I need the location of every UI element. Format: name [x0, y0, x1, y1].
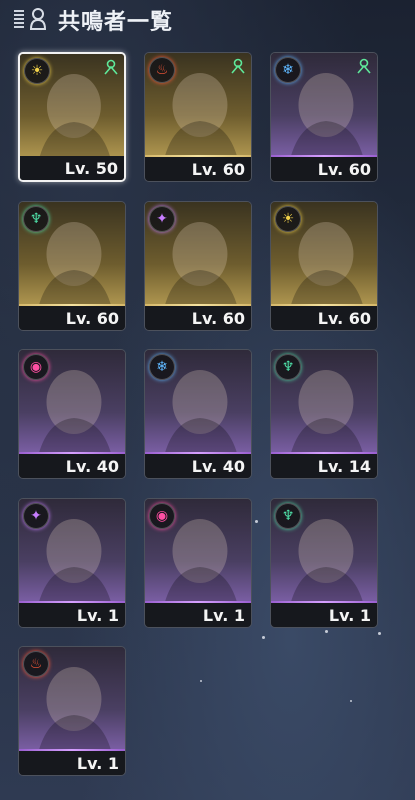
electro-element-icon: ◉ [149, 503, 175, 529]
fusion-element-icon: ♨ [23, 651, 49, 677]
havoc-element-icon: ✦ [149, 206, 175, 232]
level-label: Lv. 14 [317, 457, 371, 476]
level-label: Lv. 40 [191, 457, 245, 476]
level-strip: Lv. 60 [145, 306, 251, 330]
resonator-card[interactable]: Lv. 1 ✦ [18, 498, 126, 628]
aero-element-icon: ♆ [23, 206, 49, 232]
resonator-card[interactable]: Lv. 60 ♆ [18, 201, 126, 331]
resonator-grid: Lv. 50 ☀ Lv. 60 ♨ Lv. 60 ❄ Lv. 60 ♆ Lv. 60 ✦ Lv. 6… [0, 0, 415, 800]
aero-element-icon: ♆ [275, 354, 301, 380]
role-icon [231, 58, 245, 74]
level-label: Lv. 60 [65, 309, 119, 328]
resonator-card[interactable]: Lv. 1 ◉ [144, 498, 252, 628]
level-strip: Lv. 1 [145, 603, 251, 627]
spectro-element-icon: ☀ [275, 206, 301, 232]
level-label: Lv. 1 [76, 754, 119, 773]
level-label: Lv. 50 [64, 159, 118, 178]
resonator-card[interactable]: Lv. 60 ✦ [144, 201, 252, 331]
level-label: Lv. 1 [202, 606, 245, 625]
level-strip: Lv. 40 [19, 454, 125, 478]
level-label: Lv. 60 [317, 309, 371, 328]
level-strip: Lv. 14 [271, 454, 377, 478]
resonator-card[interactable]: Lv. 40 ❄ [144, 349, 252, 479]
resonator-card[interactable]: Lv. 60 ❄ [270, 52, 378, 182]
resonator-card[interactable]: Lv. 14 ♆ [270, 349, 378, 479]
role-icon [357, 58, 371, 74]
role-icon [104, 59, 118, 75]
level-strip: Lv. 40 [145, 454, 251, 478]
level-strip: Lv. 60 [271, 306, 377, 330]
resonator-card[interactable]: Lv. 60 ☀ [270, 201, 378, 331]
level-strip: Lv. 1 [19, 751, 125, 775]
resonator-card[interactable]: Lv. 1 ♆ [270, 498, 378, 628]
level-label: Lv. 60 [191, 160, 245, 179]
aero-element-icon: ♆ [275, 503, 301, 529]
level-strip: Lv. 50 [20, 156, 124, 180]
fusion-element-icon: ♨ [149, 57, 175, 83]
glacio-element-icon: ❄ [275, 57, 301, 83]
level-strip: Lv. 1 [19, 603, 125, 627]
spectro-element-icon: ☀ [24, 58, 50, 84]
level-strip: Lv. 60 [271, 157, 377, 181]
resonator-card[interactable]: Lv. 1 ♨ [18, 646, 126, 776]
level-label: Lv. 60 [317, 160, 371, 179]
level-strip: Lv. 1 [271, 603, 377, 627]
electro-element-icon: ◉ [23, 354, 49, 380]
resonator-card[interactable]: Lv. 40 ◉ [18, 349, 126, 479]
glacio-element-icon: ❄ [149, 354, 175, 380]
level-label: Lv. 1 [328, 606, 371, 625]
level-strip: Lv. 60 [19, 306, 125, 330]
havoc-element-icon: ✦ [23, 503, 49, 529]
level-label: Lv. 40 [65, 457, 119, 476]
level-strip: Lv. 60 [145, 157, 251, 181]
resonator-card[interactable]: Lv. 60 ♨ [144, 52, 252, 182]
level-label: Lv. 60 [191, 309, 245, 328]
resonator-card[interactable]: Lv. 50 ☀ [18, 52, 126, 182]
level-label: Lv. 1 [76, 606, 119, 625]
